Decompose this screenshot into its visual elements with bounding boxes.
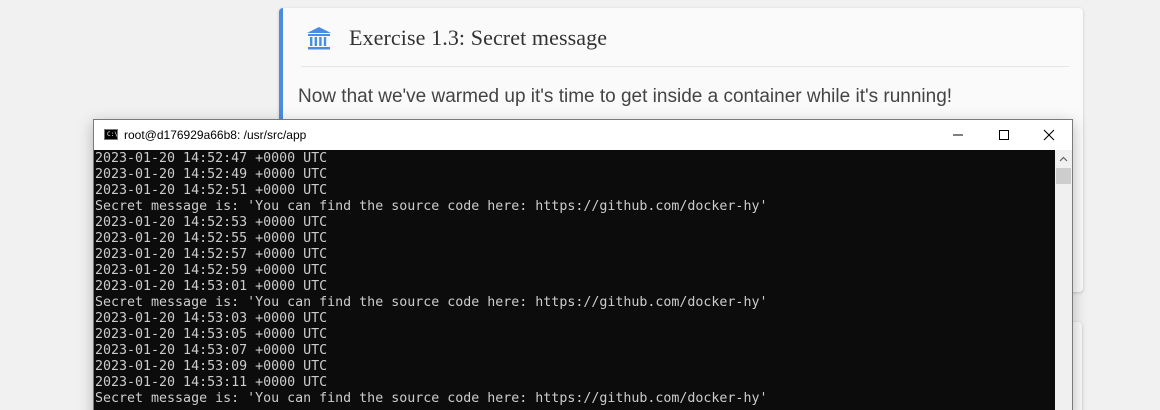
terminal-line: Secret message is: 'You can find the sou… [95, 199, 768, 214]
terminal-line: 2023-01-20 14:53:11 +0000 UTC [95, 375, 328, 390]
console-icon[interactable]: C:\ [104, 129, 118, 140]
terminal-line: 2023-01-20 14:53:05 +0000 UTC [95, 327, 328, 342]
terminal-line: 2023-01-20 14:53:07 +0000 UTC [95, 343, 328, 358]
terminal-line: 2023-01-20 14:52:55 +0000 UTC [95, 231, 328, 246]
vertical-scrollbar[interactable] [1055, 150, 1072, 410]
exercise-title: Exercise 1.3: Secret message [349, 25, 608, 50]
terminal-line: 2023-01-20 14:52:57 +0000 UTC [95, 247, 328, 262]
maximize-button[interactable] [981, 120, 1027, 150]
exercise-header: Exercise 1.3: Secret message [305, 24, 607, 52]
minimize-button[interactable] [935, 120, 981, 150]
terminal-line: 2023-01-20 14:53:03 +0000 UTC [95, 311, 328, 326]
window-title: root@d176929a66b8: /usr/src/app [124, 128, 307, 142]
maximize-icon [999, 130, 1009, 140]
minimize-icon [953, 134, 963, 136]
terminal-line: 2023-01-20 14:52:49 +0000 UTC [95, 167, 328, 182]
console-window[interactable]: C:\ root@d176929a66b8: /usr/src/app 2023… [93, 119, 1073, 410]
terminal-line: 2023-01-20 14:52:51 +0000 UTC [95, 183, 328, 198]
scroll-thumb[interactable] [1056, 168, 1071, 184]
terminal-line: 2023-01-20 14:52:47 +0000 UTC [95, 151, 328, 166]
terminal-line: 2023-01-20 14:52:53 +0000 UTC [95, 215, 328, 230]
exercise-body-text: Now that we've warmed up it's time to ge… [298, 86, 953, 107]
institution-icon [307, 27, 331, 50]
close-button[interactable] [1026, 120, 1072, 150]
chevron-up-icon [1059, 156, 1068, 161]
close-icon [1043, 129, 1055, 141]
terminal-line: 2023-01-20 14:53:01 +0000 UTC [95, 279, 328, 294]
terminal-line: 2023-01-20 14:52:59 +0000 UTC [95, 263, 328, 278]
page: Exercise 1.3: Secret message Now that we… [0, 0, 1160, 410]
divider [301, 66, 1069, 67]
terminal-output[interactable]: 2023-01-20 14:52:47 +0000 UTC 2023-01-20… [94, 150, 1055, 410]
console-icon-glyph: C:\ [107, 131, 118, 138]
window-titlebar[interactable]: C:\ root@d176929a66b8: /usr/src/app [94, 120, 1072, 150]
terminal-line: 2023-01-20 14:53:09 +0000 UTC [95, 359, 328, 374]
terminal-line: Secret message is: 'You can find the sou… [95, 295, 768, 310]
terminal-line: Secret message is: 'You can find the sou… [95, 391, 768, 406]
scroll-up-button[interactable] [1055, 150, 1072, 167]
